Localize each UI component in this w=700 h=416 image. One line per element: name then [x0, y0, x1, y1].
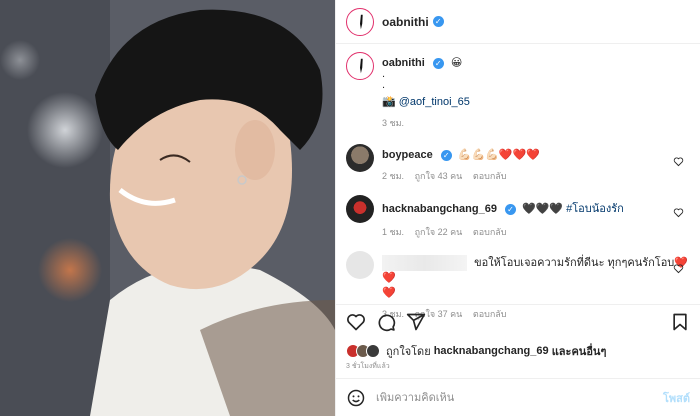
commenter-avatar[interactable] [346, 251, 374, 279]
comment-username[interactable]: hacknabangchang_69 [382, 203, 497, 215]
post-photo[interactable] [0, 0, 335, 416]
author-avatar[interactable] [346, 7, 374, 36]
reply-button[interactable]: ตอบกลับ [473, 227, 507, 237]
caption-avatar[interactable] [346, 52, 374, 80]
comment-time[interactable]: 1 ชม. [382, 227, 404, 237]
comment-item: hacknabangchang_69 ✓ 🖤🖤🖤 #โอบน้องรัก 1 ชม… [346, 195, 690, 239]
post-view: oabnithi ✓ oabnithi ✓ 😀 . . 📸 @aof_tinoi… [0, 0, 700, 416]
author-username[interactable]: oabnithi [382, 15, 429, 29]
caption-username[interactable]: oabnithi [382, 57, 425, 69]
share-send-icon[interactable] [406, 312, 426, 332]
quill-logo-icon [360, 58, 363, 74]
caption-mention[interactable]: @aof_tinoi_65 [399, 96, 470, 108]
comment-item: boypeace ✓ 💪🏻💪🏻💪🏻❤️❤️❤️ 2 ชม. ถูกใจ 43 คน… [346, 144, 690, 183]
caption-line: . [382, 68, 386, 80]
caption-time[interactable]: 3 ชม. [382, 118, 404, 128]
save-bookmark-icon[interactable] [670, 312, 690, 332]
post-comment-button[interactable]: โพสต์ [663, 389, 690, 407]
caption-emoji: 😀 [450, 57, 463, 69]
camera-icon: 📸 [382, 96, 396, 108]
likes-prefix: ถูกใจโดย [386, 346, 431, 358]
heart-outline-icon[interactable] [673, 207, 684, 218]
verified-badge-icon: ✓ [432, 16, 444, 27]
quill-logo-icon [360, 14, 363, 29]
comment-text: 💪🏻💪🏻💪🏻❤️❤️❤️ [457, 149, 540, 161]
comment-bubble-icon[interactable] [376, 312, 396, 332]
comment-likes[interactable]: ถูกใจ 43 คน [415, 171, 463, 181]
post-panel: oabnithi ✓ oabnithi ✓ 😀 . . 📸 @aof_tinoi… [335, 0, 700, 416]
action-bar [336, 304, 700, 338]
like-heart-icon[interactable] [346, 312, 366, 332]
likes-others[interactable]: และคนอื่นๆ [552, 342, 607, 360]
comment-text: ❤️ [382, 287, 396, 300]
likes-user[interactable]: hacknabangchang_69 [434, 345, 549, 357]
commenter-avatar[interactable] [346, 144, 374, 172]
comment-input[interactable] [376, 391, 663, 404]
liker-avatars[interactable] [346, 344, 380, 358]
photo-illustration [0, 0, 335, 416]
liker-avatar [366, 344, 380, 358]
reply-button[interactable]: ตอบกลับ [473, 171, 507, 181]
likes-summary: ถูกใจโดย hacknabangchang_69 และคนอื่นๆ [346, 342, 606, 360]
comment-hashtag[interactable]: #โอบน้องรัก [566, 203, 624, 215]
caption: oabnithi ✓ 😀 . . 📸 @aof_tinoi_65 3 ชม. [346, 52, 690, 130]
comment-username-redacted[interactable] [382, 255, 467, 272]
verified-badge-icon: ✓ [432, 57, 444, 69]
commenter-avatar[interactable] [346, 195, 374, 223]
posted-time[interactable]: 3 ชั่วโมงที่แล้ว [346, 361, 390, 372]
comment-time[interactable]: 2 ชม. [382, 171, 404, 181]
emoji-smiley-icon[interactable] [346, 388, 366, 408]
post-header: oabnithi ✓ [336, 0, 700, 44]
heart-outline-icon[interactable] [673, 156, 684, 167]
add-comment-bar: โพสต์ [336, 378, 700, 416]
comments-list: oabnithi ✓ 😀 . . 📸 @aof_tinoi_65 3 ชม. bo [336, 44, 700, 319]
comment-likes[interactable]: ถูกใจ 22 คน [415, 227, 463, 237]
comment-text: 🖤🖤🖤 [522, 203, 564, 215]
caption-line: . [382, 79, 386, 91]
verified-badge-icon: ✓ [440, 149, 452, 161]
comment-username[interactable]: boypeace [382, 149, 433, 161]
heart-outline-icon[interactable] [673, 263, 684, 274]
verified-badge-icon: ✓ [504, 203, 516, 215]
